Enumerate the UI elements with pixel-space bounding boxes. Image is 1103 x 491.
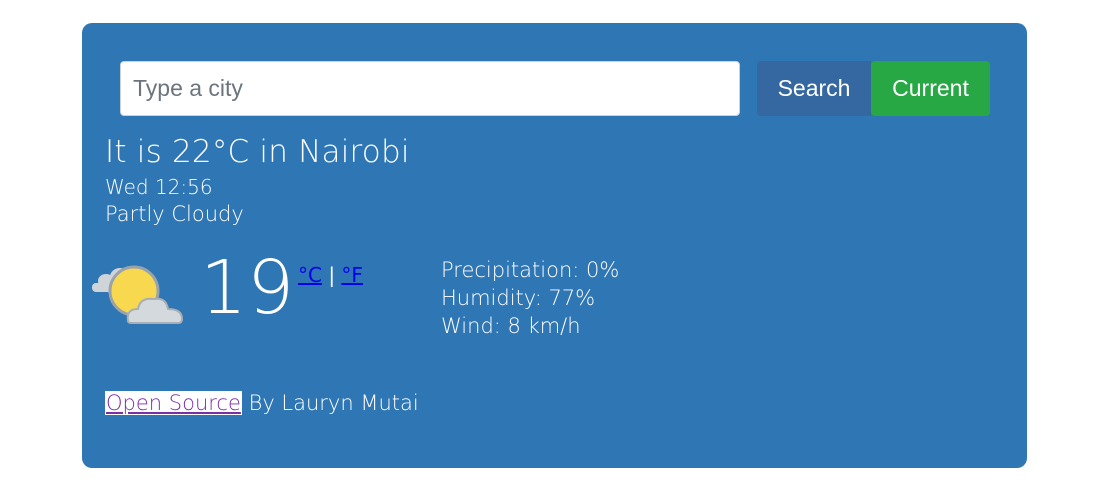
- current-location-button[interactable]: Current: [871, 61, 990, 116]
- city-search-input[interactable]: [120, 61, 740, 116]
- open-source-link[interactable]: Open Source: [105, 391, 242, 415]
- humidity-text: Humidity: 77%: [441, 286, 596, 310]
- weather-description: Partly Cloudy: [105, 202, 244, 226]
- precipitation-text: Precipitation: 0%: [441, 258, 620, 282]
- wind-text: Wind: 8 km/h: [441, 314, 581, 338]
- temperature-value: 19: [200, 245, 295, 331]
- unit-switcher: °C | °F: [298, 263, 363, 287]
- weather-headline: It is 22°C in Nairobi: [105, 134, 410, 170]
- weather-details: Precipitation: 0% Humidity: 77% Wind: 8 …: [441, 256, 619, 340]
- fahrenheit-link[interactable]: °F: [341, 263, 363, 287]
- search-button[interactable]: Search: [757, 61, 871, 116]
- date-time: Wed 12:56: [105, 175, 213, 199]
- celsius-link[interactable]: °C: [298, 263, 322, 287]
- weather-card: Search Current It is 22°C in Nairobi Wed…: [82, 23, 1027, 468]
- author-byline: By Lauryn Mutai: [241, 391, 419, 415]
- partly-cloudy-icon: [92, 265, 184, 324]
- footer: Open Source By Lauryn Mutai: [105, 391, 419, 415]
- unit-separator: |: [321, 263, 342, 287]
